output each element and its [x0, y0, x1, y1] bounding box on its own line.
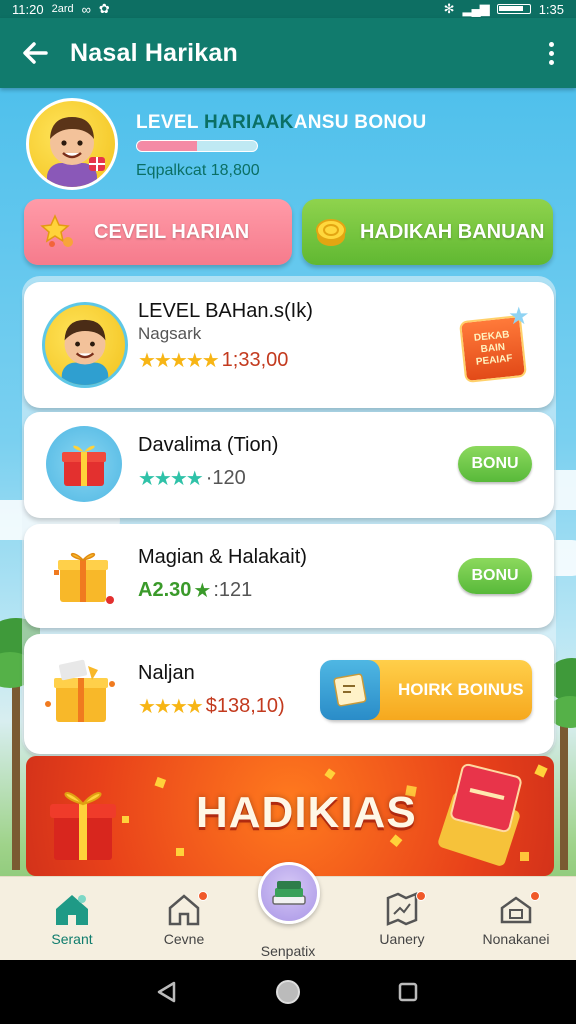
- system-recents-button[interactable]: [388, 976, 428, 1008]
- nav-label: Senpatix: [260, 943, 316, 959]
- item-title: Magian & Halakait): [138, 546, 307, 568]
- nav-item-cevne[interactable]: Cevne: [134, 877, 234, 961]
- item-rating: ★★★★ $138,10): [138, 694, 285, 719]
- nav-item-nonakanei[interactable]: Nonakanei: [466, 877, 566, 961]
- red-gift-box-icon: [50, 792, 116, 860]
- back-button[interactable]: [0, 18, 70, 88]
- gift-ticket-icon: [438, 763, 522, 866]
- bonus-button[interactable]: BONU: [458, 558, 532, 594]
- wifi-icon: ✻: [443, 1, 455, 16]
- status-carrier: 2ard: [51, 3, 74, 15]
- store-icon: [498, 889, 540, 929]
- house-icon: [166, 889, 208, 929]
- level-progress-bar: [136, 140, 258, 152]
- system-home-button[interactable]: [268, 976, 308, 1008]
- square-recents-icon: [398, 982, 418, 1002]
- promo-banner[interactable]: HADIKIAS: [26, 756, 554, 876]
- triangle-back-icon: [157, 981, 176, 1003]
- level-suffix: ANSU BONOU: [293, 112, 427, 133]
- arrow-left-icon: [23, 42, 48, 64]
- notification-badge: [530, 891, 540, 901]
- star-rating-icon: ★: [193, 580, 211, 602]
- item-rating: ★★★★★ 1;33,00: [138, 348, 288, 373]
- list-item[interactable]: Magian & Halakait) A2.30 ★ :121 BONU: [24, 524, 554, 628]
- more-dot-icon: [548, 41, 554, 47]
- more-dot-icon: [548, 50, 554, 56]
- map-icon: [384, 889, 426, 929]
- books-icon: [272, 881, 306, 905]
- more-dot-icon: [548, 59, 554, 65]
- profile-level-text: LEVEL HARIAAKANSU BONOU: [136, 112, 427, 134]
- gift-bonus-label: HADIKAH BANUAN: [360, 220, 545, 243]
- system-navigation-bar: [0, 960, 576, 1024]
- status-bar: 11:20 2ard ∞ ✿ ✻ ▂▄▆ 1:35: [0, 0, 576, 18]
- hoirk-bonus-button[interactable]: HOIRK BOINUS: [320, 660, 532, 720]
- item-rating: ★★★★ ·120: [138, 466, 246, 491]
- list-item[interactable]: LEVEL BAHan.s(Ik) Nagsark ★★★★★ 1;33,00 …: [24, 282, 554, 408]
- notification-icon: ∞: [81, 1, 91, 17]
- gift-image: [44, 656, 124, 736]
- nav-label: Cevne: [163, 931, 205, 947]
- star-trophy-icon: [24, 212, 94, 252]
- boy-avatar-icon: [61, 319, 109, 385]
- nav-item-uanery[interactable]: Uanery: [352, 877, 452, 961]
- level-label: LEVEL: [136, 112, 204, 133]
- level-progress-fill: [137, 141, 197, 151]
- gift-bonus-button[interactable]: HADIKAH BANUAN: [302, 199, 553, 265]
- gift-image: [52, 542, 122, 612]
- list-item[interactable]: Davalima (Tion) ★★★★ ·120 BONU: [24, 412, 554, 518]
- status-time: 11:20: [12, 1, 44, 17]
- gift-box-icon: [62, 445, 106, 486]
- item-rating-value: 1;33,00: [221, 349, 289, 371]
- daily-level-button[interactable]: CEVEIL HARIAN: [24, 199, 292, 265]
- circle-home-icon: [276, 980, 300, 1004]
- coin-icon: [302, 214, 360, 250]
- item-subtitle: Nagsark: [138, 324, 202, 343]
- more-options-button[interactable]: [526, 18, 576, 88]
- star-rating-icon: ★★★★★: [138, 350, 220, 372]
- nav-label: Serant: [51, 931, 93, 947]
- item-title: Davalima (Tion): [138, 434, 279, 456]
- boy-avatar-icon: [47, 117, 105, 187]
- user-avatar[interactable]: [26, 98, 118, 190]
- home-icon: [52, 889, 92, 929]
- battery-icon: [496, 4, 531, 14]
- item-title: LEVEL BAHan.s(Ik): [138, 300, 313, 322]
- tag-line: PEAIAF: [475, 353, 514, 368]
- golden-gift-icon: [54, 552, 114, 604]
- star-rating-icon: ★★★★: [138, 696, 204, 718]
- notification-badge: [198, 891, 208, 901]
- center-action-button[interactable]: [258, 862, 320, 924]
- star-rating-icon: ★★★★: [138, 468, 204, 490]
- daily-level-label: CEVEIL HARIAN: [94, 220, 250, 243]
- avatar: [42, 302, 128, 388]
- bonus-button[interactable]: BONU: [458, 446, 532, 482]
- item-rating: A2.30 ★ :121: [138, 578, 252, 603]
- gift-avatar: [46, 426, 122, 502]
- item-rating-prefix: A2.30: [138, 579, 192, 601]
- open-gift-icon: [45, 659, 115, 722]
- nav-item-serant[interactable]: Serant: [22, 877, 122, 961]
- signal-icon: ▂▄▆: [462, 1, 489, 16]
- sparkle-star-icon: ★: [508, 303, 530, 330]
- nav-label: Nonakanei: [482, 931, 550, 947]
- banner-title: HADIKIAS: [196, 788, 417, 837]
- level-highlight: HARIAAK: [203, 112, 294, 133]
- notification-badge: [416, 891, 426, 901]
- item-rating-value: $138,10): [205, 695, 285, 717]
- item-rating-value: ·120: [205, 467, 246, 489]
- hoirk-bonus-label: HOIRK BOINUS: [398, 680, 524, 699]
- page-title: Nasal Harikan: [70, 38, 238, 67]
- note-card-icon: [320, 660, 380, 720]
- nav-label: Uanery: [379, 931, 425, 947]
- item-title: Naljan: [138, 662, 195, 684]
- item-rating-value: :121: [213, 579, 253, 601]
- status-clock: 1:35: [538, 1, 564, 17]
- system-back-button[interactable]: [146, 976, 186, 1008]
- reward-tag[interactable]: DEKAB BAIN PEAIAF ★: [458, 303, 530, 384]
- settings-icon: ✿: [98, 1, 110, 16]
- app-bar: Nasal Harikan: [0, 18, 576, 88]
- profile-points: Eqpalkcat 18,800: [136, 162, 260, 179]
